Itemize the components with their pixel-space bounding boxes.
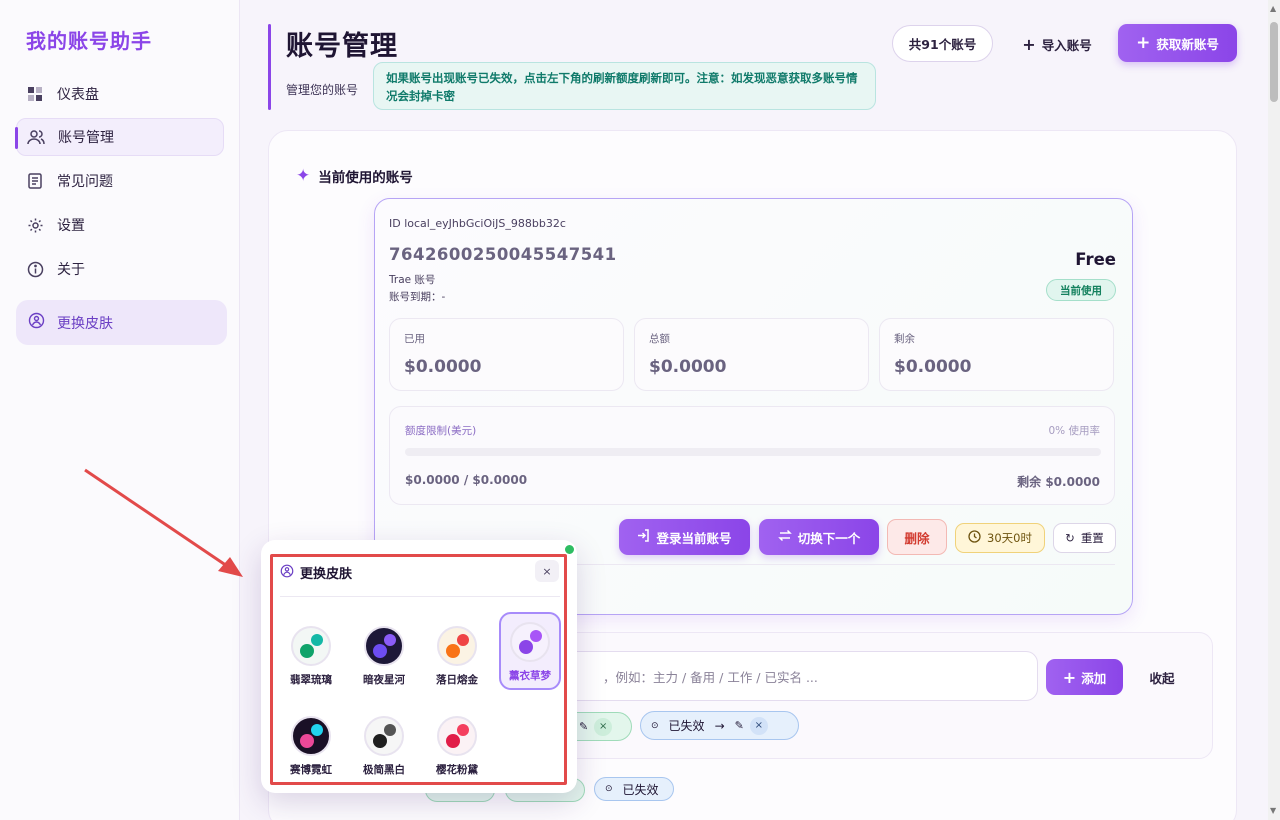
notice-banner: 如果账号出现账号已失效，点击左下角的刷新额度刷新即可。注意：如发现恶意获取多账号… (373, 62, 876, 110)
page-subtitle: 管理您的账号 (286, 83, 359, 97)
scrollbar-thumb[interactable] (1270, 22, 1278, 102)
account-type: Trae 账号 (389, 274, 436, 286)
gear-icon (26, 216, 44, 234)
stat-remaining-label: 剩余 (894, 333, 915, 345)
arrow-right-icon: → (714, 718, 725, 733)
login-label: 登录当前账号 (656, 530, 732, 546)
current-account-title: 当前使用的账号 (318, 170, 413, 186)
dashboard-icon (26, 85, 44, 103)
scroll-up-icon[interactable]: ▲ (1270, 4, 1276, 13)
annotation-arrow (84, 468, 243, 577)
account-id: ID local_eyJhbGciOiJS_988bb32c (389, 217, 566, 230)
switch-next-button[interactable]: 切换下一个 (759, 519, 879, 555)
quota-label: 额度限制(美元) (405, 425, 477, 437)
stat-remaining: 剩余 $0.0000 (879, 318, 1114, 391)
in-use-badge: 当前使用 (1046, 279, 1116, 301)
change-skin-button[interactable]: 更换皮肤 (16, 300, 227, 345)
quota-progress-track (405, 448, 1101, 456)
clock-icon (968, 530, 981, 546)
timer-label: 30天0时 (987, 531, 1032, 545)
app-brand: 我的账号助手 (26, 29, 152, 53)
nav-accounts-label: 账号管理 (58, 130, 114, 146)
add-tag-label: 添加 (1081, 670, 1107, 686)
tag-chip-expired[interactable]: ⊙ 已失效 → ✎ × (640, 711, 799, 740)
switch-label: 切换下一个 (797, 530, 861, 546)
account-number: 7642600250045547541 (389, 245, 617, 264)
sparkle-icon: ✦ (296, 166, 311, 186)
login-icon (637, 529, 650, 545)
account-count-badge: 共91个账号 (892, 25, 993, 62)
page-title: 账号管理 (286, 31, 398, 62)
status-dot-icon: ⊙ (605, 784, 613, 794)
book-icon (26, 172, 44, 190)
nav-about-label: 关于 (57, 262, 85, 278)
scrollbar[interactable]: ▲ ▼ (1268, 0, 1280, 820)
account-expiry: 账号到期：- (389, 291, 446, 303)
quota-remaining: 剩余 $0.0000 (1017, 475, 1100, 489)
scroll-down-icon[interactable]: ▼ (1270, 806, 1276, 815)
info-icon (26, 260, 44, 278)
quota-panel: 额度限制(美元) 0% 使用率 $0.0000 / $0.0000 剩余 $0.… (389, 406, 1115, 505)
plus-icon: + (1062, 667, 1077, 687)
status-dot-icon: ⊙ (651, 720, 659, 731)
login-current-button[interactable]: 登录当前账号 (619, 519, 750, 555)
remove-tag-icon[interactable]: × (594, 717, 613, 736)
refresh-icon: ↻ (1065, 531, 1075, 545)
stat-total-value: $0.0000 (649, 357, 727, 377)
highlight-box (270, 554, 567, 785)
stat-used: 已用 $0.0000 (389, 318, 624, 391)
header-accent-bar (268, 24, 271, 110)
tag-input-placeholder: ，例如：主力 / 备用 / 工作 / 已实名 ... (603, 669, 818, 685)
get-new-account-button[interactable]: + 获取新账号 (1118, 24, 1237, 62)
nav-accounts[interactable]: 账号管理 (15, 118, 224, 156)
swap-icon (777, 529, 792, 545)
nav-settings[interactable]: 设置 (16, 206, 224, 244)
stat-remaining-value: $0.0000 (894, 357, 972, 377)
nav-faq[interactable]: 常见问题 (16, 162, 224, 200)
current-account-heading: ✦ 当前使用的账号 (296, 166, 413, 186)
nav-dashboard-label: 仪表盘 (57, 87, 99, 103)
filter-chip-expired-label: 已失效 (622, 782, 659, 797)
collapse-button[interactable]: 收起 (1140, 659, 1184, 695)
plan-label: Free (1075, 250, 1116, 269)
sidebar: 我的账号助手 仪表盘 账号管理 常见问题 设置 关于 更换皮肤 (0, 0, 240, 820)
nav-dashboard[interactable]: 仪表盘 (16, 75, 224, 113)
delete-button[interactable]: 删除 (887, 519, 947, 555)
remove-tag-icon[interactable]: × (749, 716, 768, 735)
tag-chip-expired-label: 已失效 (668, 719, 705, 733)
plus-icon: + (1136, 33, 1151, 53)
tag-input[interactable]: ，例如：主力 / 备用 / 工作 / 已实名 ... (540, 651, 1038, 701)
edit-icon: ✎ (734, 719, 744, 732)
reset-label: 重置 (1080, 531, 1104, 545)
nav-about[interactable]: 关于 (16, 250, 224, 288)
plus-icon: + (1022, 34, 1036, 54)
change-skin-label: 更换皮肤 (57, 315, 113, 332)
stat-total-label: 总额 (649, 333, 670, 345)
edit-icon: ✎ (579, 720, 589, 733)
palette-icon (28, 312, 45, 333)
filter-chip-expired[interactable]: ⊙ 已失效 (594, 777, 674, 801)
add-tag-button[interactable]: + 添加 (1046, 659, 1123, 695)
users-icon (27, 128, 45, 146)
import-label: 导入账号 (1041, 37, 1092, 53)
nav-settings-label: 设置 (57, 218, 85, 234)
import-accounts-button[interactable]: + 导入账号 (1012, 25, 1102, 63)
quota-usage-rate: 0% 使用率 (1048, 425, 1101, 437)
stat-total: 总额 $0.0000 (634, 318, 869, 391)
nav-faq-label: 常见问题 (57, 174, 113, 190)
stat-used-label: 已用 (404, 333, 425, 345)
stat-used-value: $0.0000 (404, 357, 482, 377)
reset-button[interactable]: ↻ 重置 (1053, 523, 1116, 553)
get-new-label: 获取新账号 (1156, 36, 1219, 52)
quota-used: $0.0000 / $0.0000 (405, 473, 528, 487)
timer-badge[interactable]: 30天0时 (955, 523, 1045, 553)
